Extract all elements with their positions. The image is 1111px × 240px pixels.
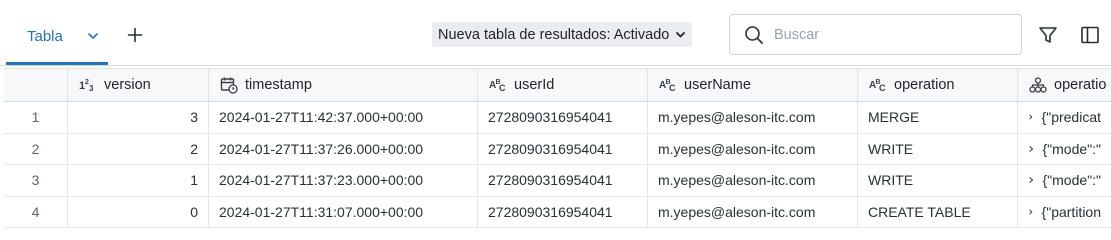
- column-header-operation[interactable]: ABC operation: [858, 69, 1018, 101]
- row-number: 3: [4, 165, 68, 196]
- column-label: userName: [684, 77, 751, 93]
- row-number: 4: [4, 196, 68, 227]
- new-results-table-toggle[interactable]: Nueva tabla de resultados: Activado: [432, 22, 693, 47]
- cell-value: {"predicat: [1041, 109, 1101, 126]
- cell-version[interactable]: 0: [68, 196, 209, 227]
- cell-operation[interactable]: CREATE TABLE: [858, 196, 1018, 227]
- column-header-operation-parameters[interactable]: operatio: [1018, 69, 1111, 101]
- svg-text:C: C: [499, 83, 506, 92]
- cell-version[interactable]: 3: [68, 102, 209, 133]
- search-icon: [745, 25, 763, 44]
- tab-label: Tabla: [27, 27, 63, 45]
- results-table: 123 version timestamp ABC userId ABC use…: [4, 68, 1111, 230]
- search-input[interactable]: [774, 26, 1004, 43]
- toolbar-divider: [0, 65, 1111, 66]
- add-tab-button[interactable]: [124, 24, 146, 46]
- cell-version[interactable]: 1: [68, 165, 209, 196]
- row-number: 1: [4, 102, 68, 133]
- column-label: version: [104, 77, 151, 93]
- table-row[interactable]: 3 1 2024-01-27T11:37:23.000+00:00 272809…: [4, 165, 1111, 197]
- chevron-down-icon[interactable]: [86, 29, 100, 43]
- cell-operation-parameters[interactable]: {"mode":": [1018, 165, 1111, 196]
- plus-icon: [127, 27, 143, 43]
- cell-username[interactable]: m.yepes@aleson-itc.com: [648, 102, 858, 133]
- table-row[interactable]: 2 2 2024-01-27T11:37:26.000+00:00 272809…: [4, 133, 1111, 165]
- cell-operation[interactable]: WRITE: [858, 165, 1018, 196]
- cell-operation-parameters[interactable]: {"predicat: [1018, 102, 1111, 133]
- column-header-userid[interactable]: ABC userId: [478, 69, 648, 101]
- cell-timestamp[interactable]: 2024-01-27T11:37:26.000+00:00: [209, 133, 478, 164]
- string-type-icon: ABC: [659, 78, 677, 92]
- cell-username[interactable]: m.yepes@aleson-itc.com: [648, 133, 858, 164]
- column-label: operatio: [1054, 77, 1107, 93]
- cell-operation-parameters[interactable]: {"mode":": [1018, 134, 1111, 165]
- results-toolbar: Tabla Nueva tabla de resultados: Activad…: [0, 0, 1111, 66]
- cell-userid[interactable]: 2728090316954041: [478, 102, 648, 133]
- cell-userid[interactable]: 2728090316954041: [478, 165, 648, 196]
- row-number-header: [4, 69, 68, 101]
- column-label: userId: [514, 77, 555, 93]
- row-number: 2: [4, 133, 68, 164]
- chevron-right-icon[interactable]: [1028, 207, 1034, 217]
- search-box[interactable]: [729, 14, 1022, 55]
- chevron-right-icon[interactable]: [1028, 175, 1035, 185]
- table-header: 123 version timestamp ABC userId ABC use…: [4, 68, 1111, 102]
- column-header-timestamp[interactable]: timestamp: [209, 69, 478, 101]
- column-label: timestamp: [245, 77, 312, 93]
- toggle-label: Nueva tabla de resultados: Activado: [438, 26, 670, 43]
- svg-text:C: C: [879, 83, 886, 92]
- filter-icon: [1039, 27, 1057, 43]
- cell-username[interactable]: m.yepes@aleson-itc.com: [648, 165, 858, 196]
- cell-operation-parameters[interactable]: {"partition: [1018, 197, 1111, 228]
- chevron-right-icon[interactable]: [1028, 144, 1035, 154]
- calendar-clock-icon: [220, 76, 238, 94]
- panel-icon: [1081, 26, 1099, 44]
- svg-text:3: 3: [89, 84, 94, 92]
- cell-value: {"mode":": [1042, 140, 1102, 157]
- table-row[interactable]: 1 3 2024-01-27T11:42:37.000+00:00 272809…: [4, 102, 1111, 134]
- cell-value: {"mode":": [1042, 172, 1102, 189]
- string-type-icon: ABC: [489, 78, 507, 92]
- column-header-version[interactable]: 123 version: [68, 69, 209, 101]
- chevron-right-icon[interactable]: [1028, 112, 1034, 122]
- cell-operation[interactable]: MERGE: [858, 102, 1018, 133]
- cell-userid[interactable]: 2728090316954041: [478, 196, 648, 227]
- svg-text:C: C: [669, 83, 676, 92]
- cell-username[interactable]: m.yepes@aleson-itc.com: [648, 196, 858, 227]
- cell-timestamp[interactable]: 2024-01-27T11:31:07.000+00:00: [209, 196, 478, 227]
- column-header-username[interactable]: ABC userName: [648, 69, 858, 101]
- string-type-icon: ABC: [869, 78, 887, 92]
- cell-version[interactable]: 2: [68, 133, 209, 164]
- cell-timestamp[interactable]: 2024-01-27T11:42:37.000+00:00: [209, 102, 478, 133]
- cell-userid[interactable]: 2728090316954041: [478, 133, 648, 164]
- cell-value: {"partition: [1041, 203, 1101, 220]
- struct-type-icon: [1029, 77, 1047, 93]
- cell-timestamp[interactable]: 2024-01-27T11:37:23.000+00:00: [209, 165, 478, 196]
- chevron-down-icon: [676, 32, 686, 38]
- sidebar-toggle-button[interactable]: [1079, 23, 1101, 47]
- table-row[interactable]: 4 0 2024-01-27T11:31:07.000+00:00 272809…: [4, 196, 1111, 228]
- integer-type-icon: 123: [79, 78, 97, 92]
- filter-button[interactable]: [1037, 23, 1059, 47]
- cell-operation[interactable]: WRITE: [858, 133, 1018, 164]
- column-label: operation: [894, 77, 955, 93]
- tab-tabla[interactable]: Tabla: [6, 14, 108, 58]
